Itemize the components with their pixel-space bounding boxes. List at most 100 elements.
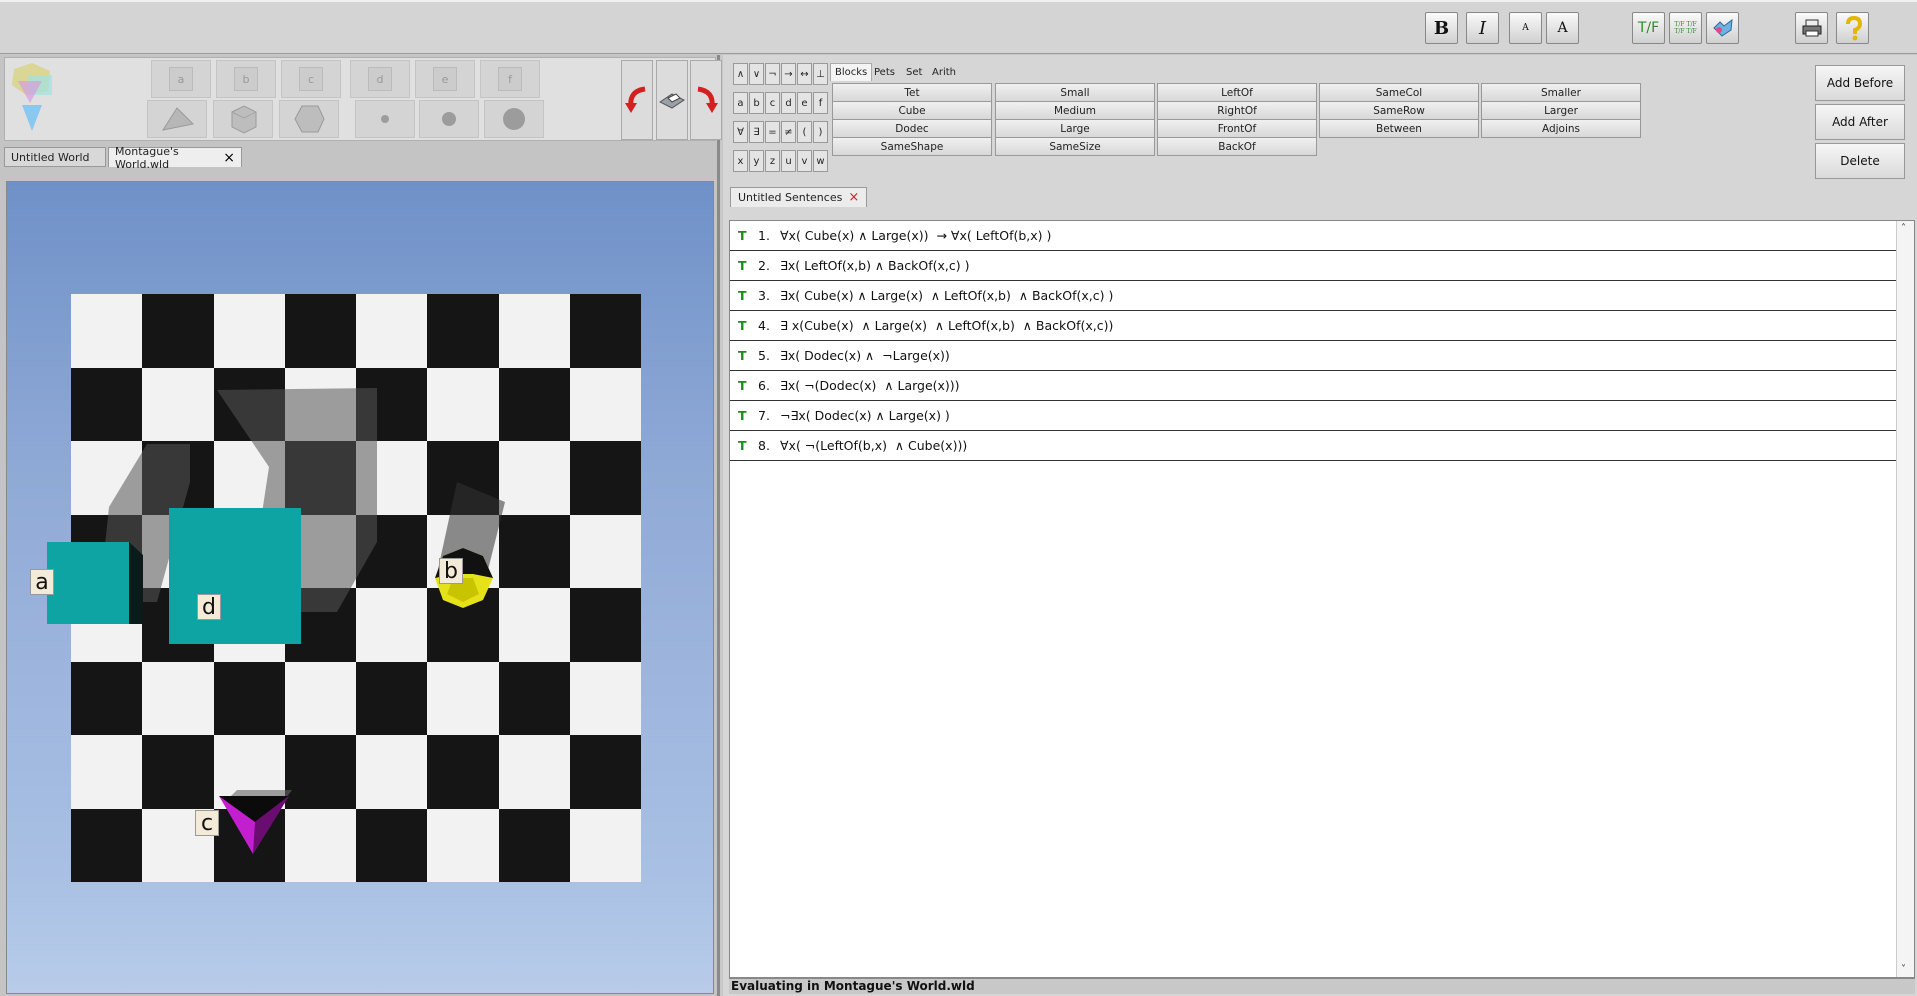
font-smaller-button[interactable]: A: [1509, 12, 1542, 44]
symbol-button[interactable]: v: [797, 150, 812, 172]
sentence-text[interactable]: ∃x( Cube(x) ∧ Large(x) ∧ LeftOf(x,b) ∧ B…: [780, 288, 1113, 303]
verify-all-button[interactable]: T/F T/F T/F T/F: [1669, 12, 1702, 44]
sentence-text[interactable]: ∃x( Dodec(x) ∧ ¬Large(x)): [780, 348, 950, 363]
sentence-row[interactable]: T 3. ∃x( Cube(x) ∧ Large(x) ∧ LeftOf(x,b) …: [730, 281, 1896, 311]
symbol-button[interactable]: z: [765, 150, 780, 172]
symbol-button[interactable]: e: [797, 92, 812, 114]
symbol-button[interactable]: a: [733, 92, 748, 114]
symbol-button[interactable]: x: [733, 150, 748, 172]
symbol-button[interactable]: =: [765, 121, 780, 143]
scroll-up-icon[interactable]: ˄: [1901, 223, 1906, 234]
font-larger-button[interactable]: A: [1546, 12, 1579, 44]
sentence-row[interactable]: T 7. ¬∃x( Dodec(x) ∧ Large(x) ): [730, 401, 1896, 431]
sentence-row[interactable]: T 1. ∀x( Cube(x) ∧ Large(x)) → ∀x( LeftOf(…: [730, 221, 1896, 251]
symbol-button[interactable]: d: [781, 92, 796, 114]
symbol-button[interactable]: (: [797, 121, 812, 143]
add-after-button[interactable]: Add After: [1815, 104, 1905, 140]
symbol-button[interactable]: ): [813, 121, 828, 143]
block-c-tet[interactable]: [215, 792, 295, 858]
predicate-button[interactable]: SameCol: [1319, 83, 1479, 102]
delete-button[interactable]: Delete: [1815, 143, 1905, 179]
help-button[interactable]: [1836, 12, 1869, 44]
predicate-button[interactable]: SameRow: [1319, 101, 1479, 120]
sentence-text[interactable]: ∀x( ¬(LeftOf(b,x) ∧ Cube(x))): [780, 438, 967, 453]
sentence-row[interactable]: T 6. ∃x( ¬(Dodec(x) ∧ Large(x))): [730, 371, 1896, 401]
symbol-button[interactable]: ⊥: [813, 63, 828, 85]
tab-set[interactable]: Set: [902, 63, 926, 81]
name-b-button[interactable]: b: [216, 60, 276, 98]
vertical-scrollbar[interactable]: ˄ ˅: [1896, 221, 1914, 977]
sentence-text[interactable]: ∃x( LeftOf(x,b) ∧ BackOf(x,c) ): [780, 258, 970, 273]
predicate-button[interactable]: FrontOf: [1157, 119, 1317, 138]
tab-pets[interactable]: Pets: [870, 63, 899, 81]
shape-color-selector[interactable]: [8, 61, 56, 137]
medium-size-button[interactable]: [419, 100, 479, 138]
predicate-button[interactable]: SameShape: [832, 137, 992, 156]
tet-shape-button[interactable]: [147, 100, 207, 138]
sentence-row[interactable]: T 5. ∃x( Dodec(x) ∧ ¬Large(x)): [730, 341, 1896, 371]
predicate-button[interactable]: LeftOf: [1157, 83, 1317, 102]
symbol-button[interactable]: ≠: [781, 121, 796, 143]
symbol-button[interactable]: y: [749, 150, 764, 172]
symbol-button[interactable]: c: [765, 92, 780, 114]
sentence-text[interactable]: ¬∃x( Dodec(x) ∧ Large(x) ): [780, 408, 950, 423]
tab-blocks[interactable]: Blocks: [830, 63, 873, 81]
predicate-button[interactable]: RightOf: [1157, 101, 1317, 120]
sentence-text[interactable]: ∃ x(Cube(x) ∧ Large(x) ∧ LeftOf(x,b) ∧ B…: [780, 318, 1113, 333]
predicate-button[interactable]: Small: [995, 83, 1155, 102]
predicate-button[interactable]: Dodec: [832, 119, 992, 138]
symbol-button[interactable]: ∃: [749, 121, 764, 143]
name-e-button[interactable]: e: [415, 60, 475, 98]
block-d-cube[interactable]: [169, 506, 304, 646]
large-size-button[interactable]: [484, 100, 544, 138]
predicate-button[interactable]: Larger: [1481, 101, 1641, 120]
predicate-button[interactable]: Medium: [995, 101, 1155, 120]
close-icon[interactable]: ×: [223, 151, 235, 165]
symbol-button[interactable]: ∧: [733, 63, 748, 85]
sentence-row[interactable]: T 8. ∀x( ¬(LeftOf(b,x) ∧ Cube(x))): [730, 431, 1896, 461]
predicate-button[interactable]: Cube: [832, 101, 992, 120]
symbol-button[interactable]: ∨: [749, 63, 764, 85]
sentence-text[interactable]: ∀x( Cube(x) ∧ Large(x)) → ∀x( LeftOf(b,x…: [780, 228, 1051, 243]
predicate-button[interactable]: BackOf: [1157, 137, 1317, 156]
name-a-button[interactable]: a: [151, 60, 211, 98]
rotate-right-button[interactable]: [690, 60, 722, 140]
predicate-button[interactable]: Large: [995, 119, 1155, 138]
predicate-button[interactable]: Tet: [832, 83, 992, 102]
dodec-shape-button[interactable]: [279, 100, 339, 138]
verify-sentence-button[interactable]: T/F: [1632, 12, 1665, 44]
symbol-button[interactable]: u: [781, 150, 796, 172]
bold-button[interactable]: B: [1425, 12, 1458, 44]
tab-untitled-world[interactable]: Untitled World: [4, 147, 106, 167]
world-3d-view[interactable]: a d b c: [6, 181, 714, 994]
game-button[interactable]: [1706, 12, 1739, 44]
symbol-button[interactable]: w: [813, 150, 828, 172]
tab-montagues-world[interactable]: Montague's World.wld ×: [108, 145, 242, 171]
symbol-button[interactable]: ¬: [765, 63, 780, 85]
symbol-button[interactable]: f: [813, 92, 828, 114]
tab-arith[interactable]: Arith: [928, 63, 960, 81]
symbol-button[interactable]: ∀: [733, 121, 748, 143]
sentence-editor[interactable]: T 1. ∀x( Cube(x) ∧ Large(x)) → ∀x( LeftOf(…: [729, 220, 1915, 978]
italic-button[interactable]: I: [1466, 12, 1499, 44]
predicate-button[interactable]: SameSize: [995, 137, 1155, 156]
predicate-button[interactable]: Smaller: [1481, 83, 1641, 102]
rotate-left-button[interactable]: [621, 60, 653, 140]
cube-shape-button[interactable]: [213, 100, 273, 138]
sentence-row[interactable]: T 4. ∃ x(Cube(x) ∧ Large(x) ∧ LeftOf(x,b) …: [730, 311, 1896, 341]
sentence-row[interactable]: T 2. ∃x( LeftOf(x,b) ∧ BackOf(x,c) ): [730, 251, 1896, 281]
small-size-button[interactable]: [355, 100, 415, 138]
close-icon[interactable]: ×: [848, 190, 859, 205]
add-before-button[interactable]: Add Before: [1815, 65, 1905, 101]
tab-untitled-sentences[interactable]: Untitled Sentences ×: [730, 187, 868, 207]
print-button[interactable]: [1795, 12, 1828, 44]
symbol-button[interactable]: →: [781, 63, 796, 85]
scroll-down-icon[interactable]: ˅: [1901, 964, 1906, 975]
name-d-button[interactable]: d: [350, 60, 410, 98]
predicate-button[interactable]: Between: [1319, 119, 1479, 138]
sentence-text[interactable]: ∃x( ¬(Dodec(x) ∧ Large(x))): [780, 378, 960, 393]
name-f-button[interactable]: f: [480, 60, 540, 98]
2d-view-button[interactable]: [656, 60, 688, 140]
symbol-button[interactable]: ↔: [797, 63, 812, 85]
name-c-button[interactable]: c: [281, 60, 341, 98]
